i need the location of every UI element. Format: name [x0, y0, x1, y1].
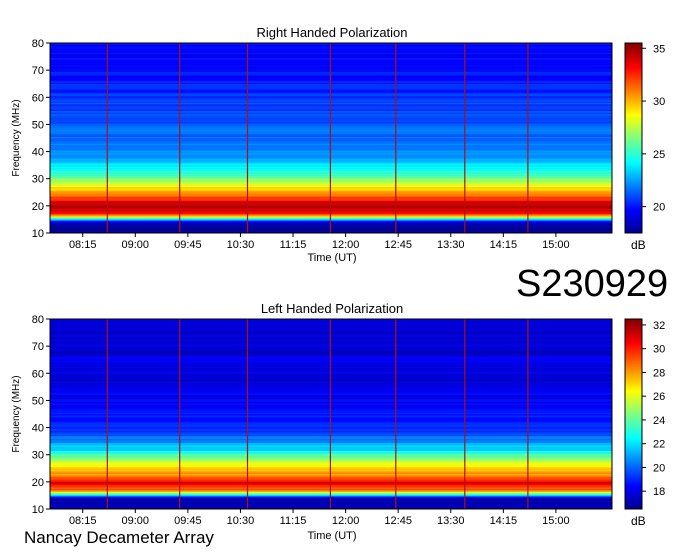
lh-colorbar: [624, 318, 643, 510]
lh-x-tick-label: 09:00: [122, 515, 150, 527]
rh-x-tick-label: 10:30: [227, 239, 255, 251]
lh-colorbar-tick-label: 22: [653, 439, 665, 451]
lh-x-tick-label: 13:30: [437, 515, 465, 527]
rh-y-tick-label: 60: [32, 92, 44, 104]
rh-colorbar-tick-label: 35: [653, 43, 665, 55]
rh-x-ticks: 08:15 09:00 09:45 10:30 11:15 12:00 12:45 13:30…: [69, 233, 570, 251]
rh-y-tick-label: 70: [32, 65, 44, 77]
rh-x-tick-label: 09:45: [174, 239, 202, 251]
rh-x-tick-label: 09:00: [122, 239, 150, 251]
lh-y-axis-label: Frequency (MHz): [11, 375, 22, 452]
rh-panel: Right Handed Polarization 10 20 30 40 50 60 70…: [11, 25, 665, 264]
lh-title: Left Handed Polarization: [261, 301, 403, 316]
rh-x-tick-label: 12:45: [384, 239, 412, 251]
lh-x-tick-label: 12:00: [332, 515, 360, 527]
lh-x-tick-label: 11:15: [280, 515, 307, 527]
lh-y-tick-label: 80: [32, 314, 44, 326]
lh-colorbar-ticks: 18 20 22 24 26 28 30 32: [642, 320, 665, 498]
lh-y-tick-label: 70: [32, 341, 44, 353]
lh-x-tick-label: 14:15: [490, 515, 518, 527]
rh-colorbar-unit: dB: [631, 238, 646, 252]
lh-colorbar-tick-label: 18: [653, 486, 665, 498]
lh-colorbar-tick-label: 26: [653, 391, 665, 403]
rh-x-tick-label: 13:30: [437, 239, 465, 251]
rh-y-tick-label: 20: [32, 201, 44, 213]
rh-y-tick-label: 40: [32, 147, 44, 159]
rh-x-tick-label: 12:00: [332, 239, 360, 251]
lh-y-ticks: 10 20 30 40 50 60 70 80: [32, 314, 50, 516]
rh-y-tick-label: 10: [32, 228, 44, 240]
lh-colorbar-tick-label: 32: [653, 320, 665, 332]
lh-y-tick-label: 10: [32, 504, 44, 516]
observation-label: S230929: [516, 263, 669, 305]
rh-x-axis-label: Time (UT): [307, 252, 356, 264]
lh-colorbar-tick-label: 30: [653, 344, 665, 356]
lh-x-tick-label: 15:00: [542, 515, 570, 527]
lh-x-tick-label: 09:45: [174, 515, 202, 527]
rh-colorbar-ticks: 20 25 30 35: [642, 43, 665, 214]
lh-x-ticks: 08:15 09:00 09:45 10:30 11:15 12:00 12:45 13:30…: [69, 509, 570, 527]
lh-colorbar-tick-label: 20: [653, 462, 665, 474]
rh-y-tick-label: 50: [32, 119, 44, 131]
lh-x-tick-label: 10:30: [227, 515, 255, 527]
rh-heatmap: [50, 43, 612, 234]
lh-x-axis-label: Time (UT): [307, 530, 356, 542]
lh-colorbar-tick-label: 28: [653, 367, 665, 379]
lh-colorbar-unit: dB: [631, 514, 646, 528]
lh-y-tick-label: 40: [32, 423, 44, 435]
lh-y-tick-label: 60: [32, 368, 44, 380]
rh-colorbar-tick-label: 20: [653, 202, 665, 214]
lh-x-tick-label: 08:15: [69, 515, 97, 527]
rh-x-tick-label: 15:00: [542, 239, 570, 251]
rh-y-ticks: 10 20 30 40 50 60 70 80: [32, 38, 50, 240]
rh-y-tick-label: 30: [32, 174, 44, 186]
rh-y-tick-label: 80: [32, 38, 44, 50]
lh-y-tick-label: 30: [32, 450, 44, 462]
lh-colorbar-tick-label: 24: [653, 415, 665, 427]
rh-colorbar: [624, 42, 643, 234]
lh-y-tick-label: 50: [32, 395, 44, 407]
rh-y-axis-label: Frequency (MHz): [11, 99, 22, 176]
lh-panel: Left Handed Polarization 10 20 30 40 50 60 70 8…: [11, 301, 665, 542]
instrument-label: Nancay Decameter Array: [24, 528, 214, 547]
rh-colorbar-tick-label: 25: [653, 149, 665, 161]
rh-x-tick-label: 14:15: [490, 239, 518, 251]
rh-colorbar-tick-label: 30: [653, 96, 665, 108]
rh-title: Right Handed Polarization: [256, 25, 407, 40]
lh-heatmap: [50, 319, 612, 510]
lh-x-tick-label: 12:45: [384, 515, 412, 527]
lh-y-tick-label: 20: [32, 477, 44, 489]
rh-x-tick-label: 08:15: [69, 239, 97, 251]
rh-x-tick-label: 11:15: [280, 239, 307, 251]
